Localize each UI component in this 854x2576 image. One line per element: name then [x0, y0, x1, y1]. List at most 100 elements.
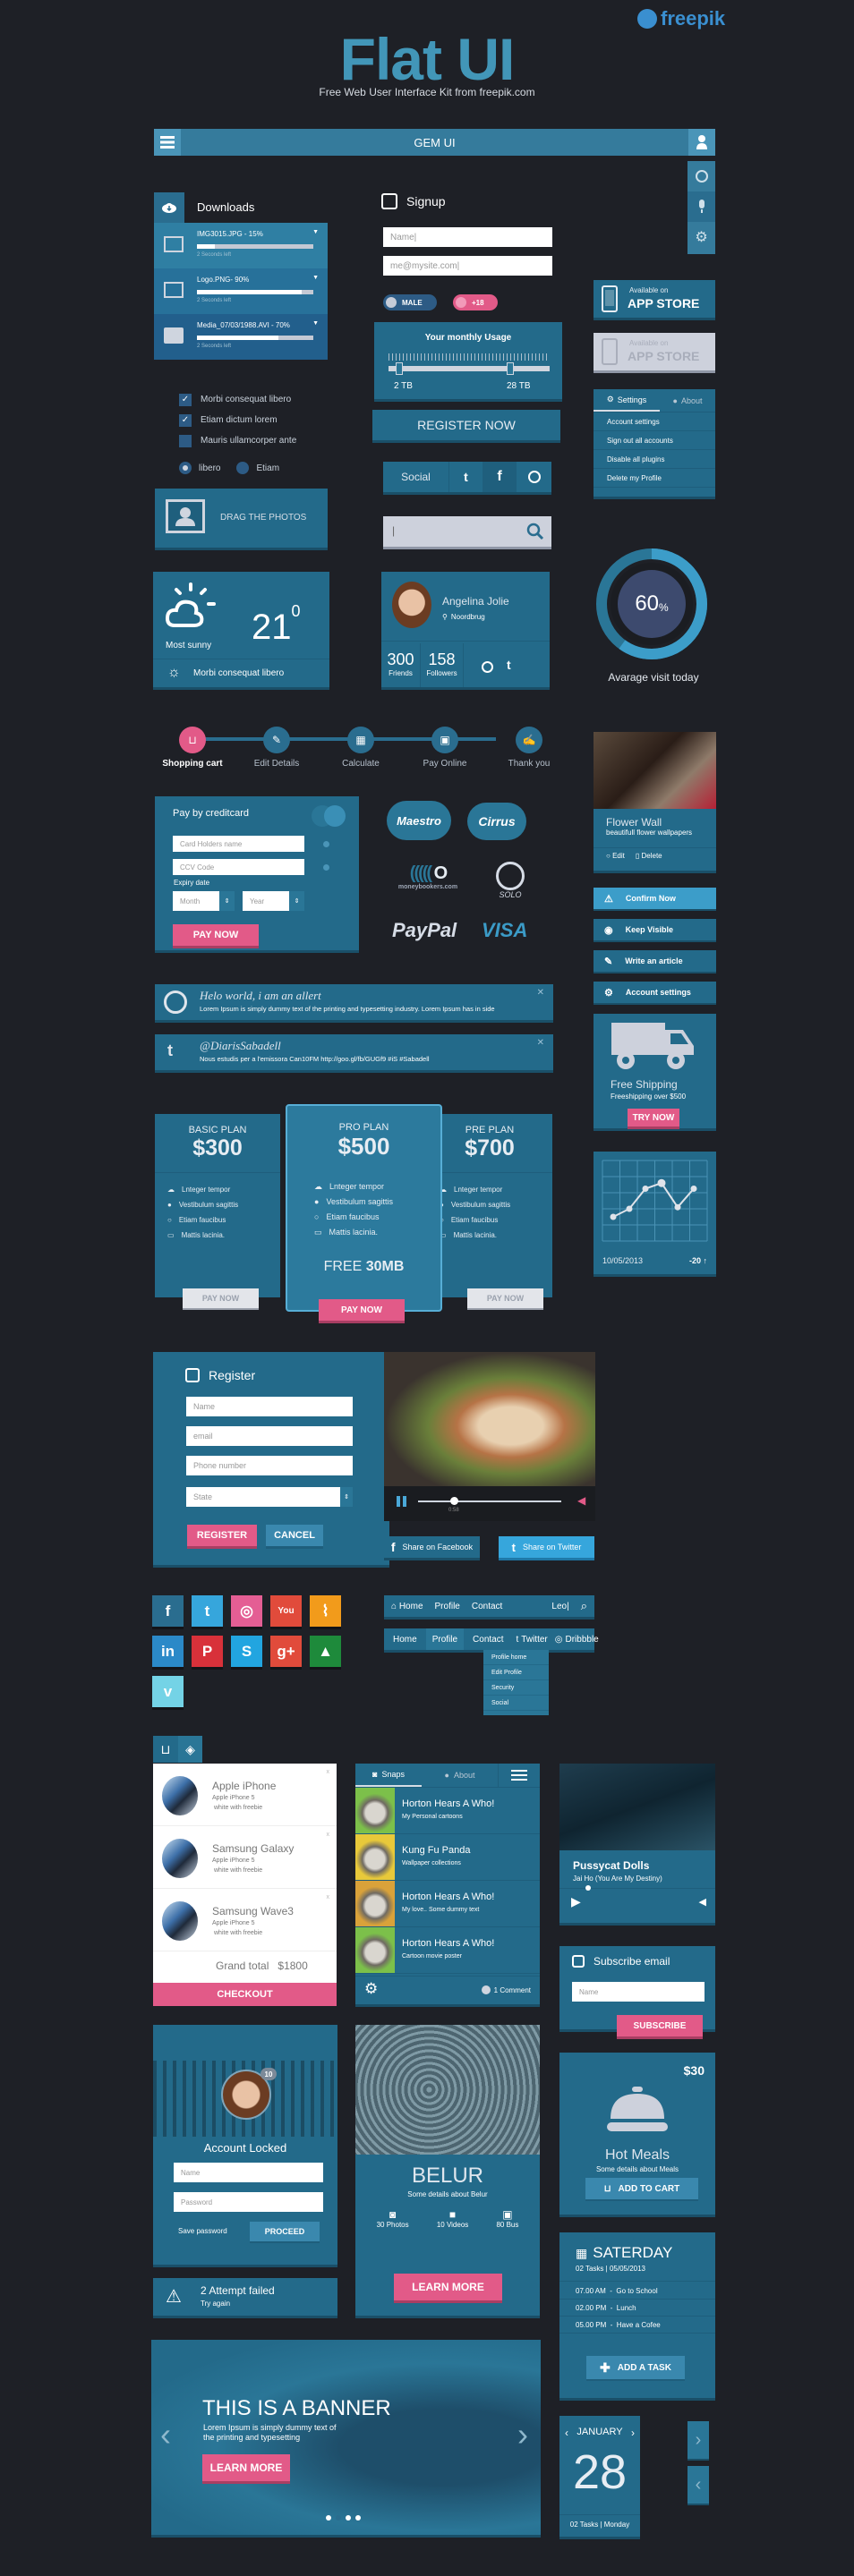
music-progress-handle[interactable] — [585, 1885, 592, 1891]
subscribe-button[interactable]: SUBSCRIBE — [617, 2015, 703, 2036]
register-name-input[interactable]: Name — [186, 1397, 353, 1416]
checkout-button[interactable]: CHECKOUT — [153, 1983, 337, 2006]
chart-point[interactable] — [674, 1203, 681, 1211]
download-item[interactable]: IMG3015.JPG - 15% ▼ 2 Seconds left — [154, 223, 328, 268]
settings-menu-item[interactable]: Delete my Profile — [594, 469, 715, 488]
chart-point[interactable] — [690, 1186, 697, 1192]
googleplus-tile-button[interactable]: g+ — [270, 1636, 302, 1667]
nav-twitter[interactable]: t Twitter — [513, 1628, 551, 1650]
cancel-button[interactable]: CANCEL — [266, 1525, 323, 1546]
linkedin-tile-button[interactable]: in — [152, 1636, 184, 1667]
register-phone-input[interactable]: Phone number — [186, 1456, 353, 1475]
play-button[interactable]: ▶ — [571, 1894, 581, 1909]
usage-slider-handle-max[interactable] — [507, 362, 514, 375]
avatar[interactable] — [392, 582, 431, 628]
checkbox-item[interactable]: ✓ Morbi consequat libero — [179, 389, 340, 410]
download-item[interactable]: Logo.PNG- 90% ▼ 2 Seconds left — [154, 268, 328, 314]
dropdown-caret-icon[interactable]: ▼ — [312, 275, 319, 281]
add-to-cart-button[interactable]: ⊔ ADD TO CART — [585, 2178, 698, 2199]
pinterest-tile-button[interactable]: P — [192, 1636, 223, 1667]
video-seek-handle[interactable] — [450, 1497, 458, 1505]
gear-button[interactable]: ⚙ — [687, 222, 715, 252]
usage-slider-track[interactable] — [389, 366, 550, 371]
downloads-tab-icon[interactable] — [154, 192, 184, 223]
action-button-confirm-now[interactable]: ⚠ Confirm Now — [594, 888, 716, 909]
task-item[interactable]: 05.00 PM - Have a Cofee — [559, 2317, 715, 2334]
dropdown-caret-icon[interactable]: ▼ — [312, 320, 319, 327]
cart-tab[interactable]: ⊔ — [153, 1736, 178, 1763]
learn-more-button[interactable]: LEARN MORE — [394, 2274, 502, 2300]
age-toggle[interactable]: +18 — [453, 294, 498, 310]
checkbox[interactable]: ✓ — [179, 413, 192, 427]
locked-name-input[interactable]: Name — [174, 2163, 323, 2182]
action-button-write-an-article[interactable]: ✎ Write an article — [594, 950, 716, 972]
add-task-button[interactable]: ✚ ADD A TASK — [586, 2356, 685, 2379]
card-holder-input[interactable]: Card Holders name — [173, 836, 304, 852]
ccv-input[interactable]: CCV Code — [173, 859, 304, 875]
dropdown-item[interactable]: Social — [483, 1696, 549, 1711]
step-2-button[interactable]: ✎ — [263, 727, 290, 753]
rss-tile-button[interactable]: ⌇ — [310, 1595, 341, 1627]
checkbox-item[interactable]: Mauris ullamcorper ante — [179, 430, 340, 451]
snap-item[interactable]: Horton Hears A Who! My love.. Some dummy … — [355, 1881, 540, 1927]
settings-menu-item[interactable]: Sign out all accounts — [594, 431, 715, 450]
dropdown-caret-icon[interactable]: ▼ — [312, 229, 319, 235]
signup-name-input[interactable]: Name| — [383, 227, 552, 247]
microphone-button[interactable] — [687, 191, 715, 222]
prev-arrow-button[interactable]: ‹ — [687, 2466, 709, 2504]
basic-pay-now-button[interactable]: PAY NOW — [183, 1288, 259, 1308]
task-item[interactable]: 02.00 PM - Lunch — [559, 2300, 715, 2317]
dribbble-icon[interactable] — [482, 661, 493, 673]
facebook-tile-button[interactable]: f — [152, 1595, 184, 1627]
tags-tab[interactable]: ◈ — [178, 1736, 202, 1763]
male-toggle[interactable]: MALE — [383, 294, 437, 310]
radio-button[interactable] — [236, 462, 250, 474]
edit-link[interactable]: ○ Edit — [606, 852, 625, 860]
dribbble-tile-button[interactable]: ◎ — [231, 1595, 262, 1627]
close-icon[interactable]: ✕ — [537, 988, 544, 998]
search-icon[interactable] — [526, 523, 544, 540]
nav-home[interactable]: ⌂ Home — [391, 1602, 423, 1611]
nav-dribbble[interactable]: ◎ Dribbble — [551, 1628, 604, 1650]
pay-now-button[interactable]: PAY NOW — [173, 924, 259, 946]
twitter-tile-button[interactable]: t — [192, 1595, 223, 1627]
vimeo-tile-button[interactable]: v — [152, 1676, 184, 1707]
radio-item[interactable]: libero — [179, 462, 220, 474]
twitter-social-button[interactable]: t — [448, 462, 483, 492]
radio-item[interactable]: Etiam — [236, 462, 279, 474]
delete-link[interactable]: ▯ Delete — [636, 852, 662, 860]
next-arrow[interactable]: › — [517, 2416, 528, 2453]
radio-button[interactable] — [179, 462, 192, 474]
dribbble-social-button[interactable] — [517, 462, 551, 492]
settings-menu-item[interactable]: Account settings — [594, 412, 715, 431]
proceed-button[interactable]: PROCEED — [250, 2222, 320, 2241]
download-item[interactable]: Media_07/03/1988.AVI - 70% ▼ 2 Seconds lef… — [154, 314, 328, 360]
share-twitter-button[interactable]: t Share on Twitter — [499, 1536, 594, 1558]
dribbble-button[interactable] — [687, 161, 715, 191]
next-month-button[interactable]: › — [631, 2427, 635, 2439]
register-email-input[interactable]: email — [186, 1426, 353, 1446]
tab-snaps[interactable]: ◙ Snaps — [355, 1764, 422, 1787]
app-store-button[interactable]: Available on APP STORE — [594, 280, 715, 318]
prev-arrow[interactable]: ‹ — [160, 2416, 171, 2453]
drag-photos-dropzone[interactable]: DRAG THE PHOTOS — [155, 489, 328, 548]
pre-pay-now-button[interactable]: PAY NOW — [467, 1288, 543, 1308]
dropdown-item[interactable]: Edit Profile — [483, 1665, 549, 1680]
usage-slider-handle-min[interactable] — [396, 362, 403, 375]
prev-month-button[interactable]: ‹ — [565, 2427, 568, 2439]
search-box[interactable]: | — [383, 516, 551, 547]
remove-item-icon[interactable]: x — [327, 1894, 330, 1900]
tab-about[interactable]: ● About — [660, 389, 715, 412]
step-1-button[interactable]: ⊔ — [179, 727, 206, 753]
carousel-dot[interactable] — [326, 2515, 331, 2521]
comments-link[interactable]: 1 Comment — [481, 1985, 531, 1994]
tab-about[interactable]: ● About — [422, 1764, 499, 1787]
remove-item-icon[interactable]: x — [327, 1832, 330, 1838]
youtube-tile-button[interactable]: You — [270, 1595, 302, 1627]
tab-settings[interactable]: ⚙ Settings — [594, 389, 660, 412]
year-select[interactable]: Year ⇕ — [243, 891, 304, 911]
video-seek-track[interactable] — [418, 1501, 561, 1502]
nav-profile[interactable]: Profile — [425, 1628, 465, 1650]
snap-item[interactable]: Horton Hears A Who! Cartoon movie poster — [355, 1927, 540, 1974]
pause-button[interactable] — [397, 1496, 406, 1507]
